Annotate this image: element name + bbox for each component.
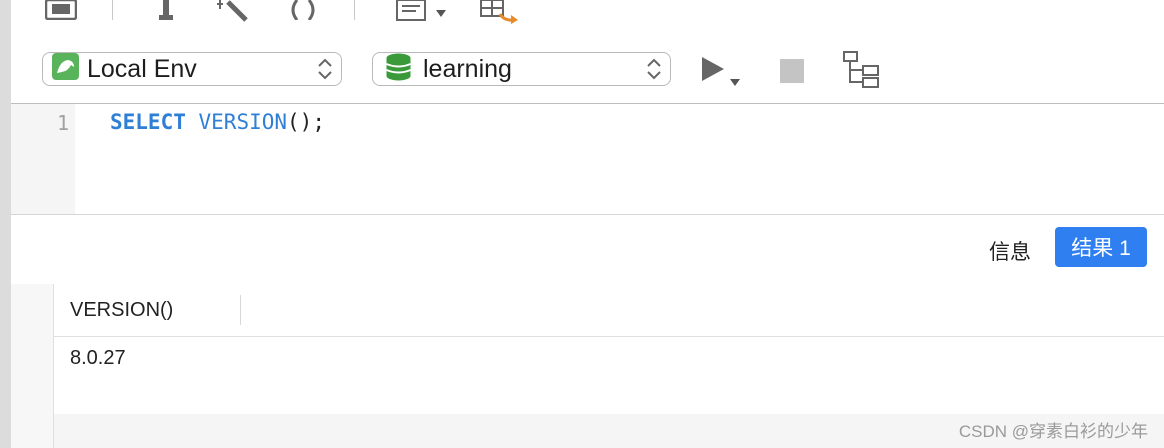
updown-chevron-icon (317, 57, 333, 86)
result-tabs-bar: 信息 结果 1 (11, 214, 1164, 285)
explain-plan-icon[interactable] (843, 51, 881, 94)
mysql-dolphin-icon (52, 53, 79, 85)
database-select[interactable]: learning (372, 52, 671, 86)
pin-icon[interactable] (159, 0, 173, 27)
column-header[interactable]: VERSION() (70, 299, 173, 322)
line-gutter: 1 (11, 104, 75, 214)
tab-info[interactable]: 信息 (989, 236, 1031, 266)
sql-punctuation: (); (287, 110, 325, 134)
column-header-row: VERSION() (54, 284, 1164, 337)
connection-bar: Local Env learning (11, 36, 1164, 104)
sql-keyword: SELECT (110, 110, 186, 134)
brackets-icon[interactable] (287, 0, 319, 25)
database-label: learning (423, 54, 512, 83)
sql-function: VERSION (198, 110, 288, 134)
column-divider[interactable] (240, 295, 241, 325)
watermark: CSDN @穿素白衫的少年 (958, 422, 1148, 441)
toolbar-separator (354, 0, 355, 20)
tab-result-1[interactable]: 结果 1 (1055, 227, 1147, 267)
line-number: 1 (56, 111, 69, 135)
row-number-column (11, 284, 54, 448)
stop-icon[interactable] (780, 59, 804, 88)
table-export-icon[interactable] (480, 0, 520, 29)
table-cell[interactable]: 8.0.27 (70, 347, 126, 370)
sql-editor[interactable]: 1 SELECT VERSION(); (11, 104, 1164, 214)
toolbar-separator (112, 0, 113, 20)
connection-label: Local Env (87, 54, 197, 83)
magic-wand-icon[interactable] (214, 0, 254, 27)
toolbar (11, 0, 1164, 37)
run-icon[interactable] (701, 55, 745, 94)
save-icon[interactable] (44, 0, 78, 25)
database-icon (386, 53, 411, 86)
left-panel-edge (0, 0, 11, 448)
updown-chevron-icon (646, 57, 662, 86)
document-menu-icon[interactable] (396, 0, 450, 27)
sql-code-line[interactable]: SELECT VERSION(); (110, 110, 325, 134)
connection-select[interactable]: Local Env (42, 52, 342, 86)
